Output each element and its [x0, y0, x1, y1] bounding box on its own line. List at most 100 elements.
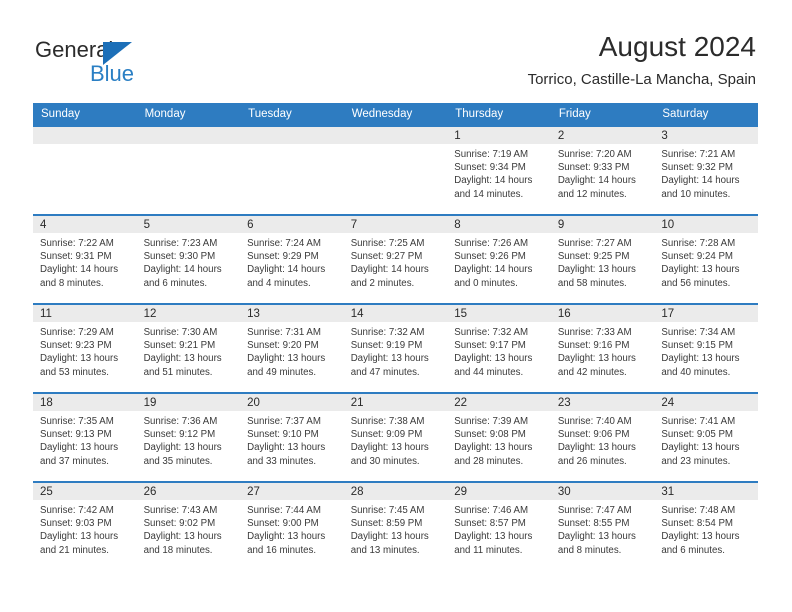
calendar-day-cell[interactable]: 5 Sunrise: 7:23 AM Sunset: 9:30 PM Daylight…	[136, 214, 241, 304]
calendar-day-cell[interactable]: 20 Sunrise: 7:37 AM Sunset: 9:10 PM Dayligh…	[240, 392, 344, 482]
calendar-day-cell[interactable]: 16 Sunrise: 7:33 AM Sunset: 9:16 PM Dayligh…	[550, 303, 655, 393]
calendar-day-cell[interactable]: 7 Sunrise: 7:25 AM Sunset: 9:27 PM Daylight…	[343, 214, 448, 304]
sunrise-text: Sunrise: 7:44 AM	[247, 505, 321, 516]
calendar-day-cell-empty	[343, 125, 448, 215]
daylight-text-line1: Daylight: 14 hours	[454, 175, 533, 187]
daylight-text-line1: Daylight: 14 hours	[454, 264, 533, 276]
calendar-page: General Blue August 2024 Torrico, Castil…	[0, 0, 792, 612]
daylight-text-line2: and 56 minutes.	[661, 277, 731, 289]
daylight-text-line2: and 13 minutes.	[350, 544, 420, 556]
day-sun-info: Sunrise: 7:28 AM Sunset: 9:24 PM Daylight:…	[654, 233, 758, 290]
sunset-text: Sunset: 9:30 PM	[143, 251, 216, 263]
daylight-text-line2: and 4 minutes.	[247, 277, 311, 289]
calendar-week-row: 18 Sunrise: 7:35 AM Sunset: 9:13 PM Dayligh…	[33, 392, 758, 482]
calendar-day-cell-empty	[33, 125, 137, 215]
sunset-text: Sunset: 9:17 PM	[454, 340, 526, 352]
sunset-text: Sunset: 9:34 PM	[454, 162, 526, 174]
daylight-text-line2: and 35 minutes.	[143, 455, 213, 467]
calendar-day-cell[interactable]: 13 Sunrise: 7:31 AM Sunset: 9:20 PM Dayligh…	[240, 303, 344, 393]
daylight-text-line2: and 37 minutes.	[40, 455, 109, 467]
day-sun-info: Sunrise: 7:46 AM Sunset: 8:57 PM Daylight:…	[447, 500, 551, 557]
day-sun-info: Sunrise: 7:40 AM Sunset: 9:06 PM Daylight:…	[551, 411, 655, 468]
sunset-text: Sunset: 9:23 PM	[40, 340, 112, 352]
page-subtitle: Torrico, Castille-La Mancha, Spain	[527, 71, 756, 88]
calendar-day-cell[interactable]: 9 Sunrise: 7:27 AM Sunset: 9:25 PM Daylight…	[550, 214, 655, 304]
calendar-day-cell[interactable]: 28 Sunrise: 7:45 AM Sunset: 8:59 PM Dayligh…	[343, 481, 448, 571]
calendar-day-cell[interactable]: 6 Sunrise: 7:24 AM Sunset: 9:29 PM Daylight…	[240, 214, 344, 304]
daylight-text-line2: and 8 minutes.	[557, 544, 622, 556]
day-number: 26	[136, 483, 241, 500]
daylight-text-line1: Daylight: 13 hours	[40, 531, 119, 543]
calendar-day-cell[interactable]: 30 Sunrise: 7:47 AM Sunset: 8:55 PM Dayligh…	[550, 481, 655, 571]
sunrise-text: Sunrise: 7:41 AM	[661, 416, 736, 427]
calendar-day-cell[interactable]: 12 Sunrise: 7:30 AM Sunset: 9:21 PM Dayligh…	[136, 303, 241, 393]
calendar-day-cell[interactable]: 2 Sunrise: 7:20 AM Sunset: 9:33 PM Daylight…	[550, 125, 655, 215]
logo-text-blue: Blue	[90, 61, 135, 86]
day-number: 12	[136, 305, 241, 322]
calendar-day-cell[interactable]: 17 Sunrise: 7:34 AM Sunset: 9:15 PM Dayligh…	[654, 303, 758, 393]
day-sun-info: Sunrise: 7:23 AM Sunset: 9:30 PM Daylight:…	[137, 233, 241, 290]
day-number: 18	[33, 394, 137, 411]
sunset-text: Sunset: 9:02 PM	[143, 518, 216, 530]
sunset-text: Sunset: 9:13 PM	[40, 429, 112, 441]
daylight-text-line1: Daylight: 13 hours	[350, 531, 429, 543]
sunrise-text: Sunrise: 7:43 AM	[143, 505, 218, 516]
sunrise-text: Sunrise: 7:46 AM	[454, 505, 529, 516]
calendar-day-cell[interactable]: 26 Sunrise: 7:43 AM Sunset: 9:02 PM Dayligh…	[136, 481, 241, 571]
day-sun-info: Sunrise: 7:38 AM Sunset: 9:09 PM Daylight:…	[344, 411, 448, 468]
calendar-day-cell[interactable]: 8 Sunrise: 7:26 AM Sunset: 9:26 PM Daylight…	[447, 214, 551, 304]
daylight-text-line2: and 18 minutes.	[143, 544, 213, 556]
calendar-week-row: 11 Sunrise: 7:29 AM Sunset: 9:23 PM Dayligh…	[33, 303, 758, 393]
calendar-day-cell[interactable]: 31 Sunrise: 7:48 AM Sunset: 8:54 PM Dayligh…	[654, 481, 758, 571]
daylight-text-line1: Daylight: 13 hours	[661, 442, 740, 454]
day-sun-info: Sunrise: 7:21 AM Sunset: 9:32 PM Daylight:…	[654, 144, 758, 201]
calendar-day-cell[interactable]: 29 Sunrise: 7:46 AM Sunset: 8:57 PM Dayligh…	[447, 481, 551, 571]
calendar-day-cell[interactable]: 22 Sunrise: 7:39 AM Sunset: 9:08 PM Dayligh…	[447, 392, 551, 482]
calendar-day-cell[interactable]: 11 Sunrise: 7:29 AM Sunset: 9:23 PM Dayligh…	[33, 303, 137, 393]
calendar-day-cell[interactable]: 3 Sunrise: 7:21 AM Sunset: 9:32 PM Daylight…	[654, 125, 758, 215]
sunset-text: Sunset: 9:26 PM	[454, 251, 526, 263]
sunrise-text: Sunrise: 7:42 AM	[40, 505, 114, 516]
calendar-day-cell[interactable]: 19 Sunrise: 7:36 AM Sunset: 9:12 PM Dayligh…	[136, 392, 241, 482]
sunrise-text: Sunrise: 7:32 AM	[454, 327, 529, 338]
calendar-week-row: 25 Sunrise: 7:42 AM Sunset: 9:03 PM Dayligh…	[33, 481, 758, 571]
logo-text-general: General	[35, 37, 114, 62]
daylight-text-line1: Daylight: 13 hours	[247, 531, 326, 543]
sunset-text: Sunset: 9:29 PM	[247, 251, 319, 263]
sunrise-text: Sunrise: 7:26 AM	[454, 238, 529, 249]
daylight-text-line2: and 49 minutes.	[247, 366, 317, 378]
sunrise-text: Sunrise: 7:34 AM	[661, 327, 736, 338]
daylight-text-line2: and 14 minutes.	[454, 188, 524, 200]
sunset-text: Sunset: 9:31 PM	[40, 251, 112, 263]
day-number	[33, 127, 137, 144]
sunset-text: Sunset: 9:16 PM	[557, 340, 630, 352]
weekday-header-thursday: Thursday	[447, 103, 551, 126]
sunset-text: Sunset: 9:15 PM	[661, 340, 733, 352]
sunrise-text: Sunrise: 7:20 AM	[557, 149, 632, 160]
daylight-text-line1: Daylight: 13 hours	[143, 531, 222, 543]
sunset-text: Sunset: 9:09 PM	[350, 429, 423, 441]
calendar-week-row: 1 Sunrise: 7:19 AM Sunset: 9:34 PM Daylight…	[33, 125, 758, 215]
calendar-day-cell[interactable]: 21 Sunrise: 7:38 AM Sunset: 9:09 PM Dayligh…	[343, 392, 448, 482]
calendar-day-cell[interactable]: 25 Sunrise: 7:42 AM Sunset: 9:03 PM Dayligh…	[33, 481, 137, 571]
sunrise-text: Sunrise: 7:37 AM	[247, 416, 321, 427]
day-number	[343, 127, 448, 144]
day-sun-info: Sunrise: 7:32 AM Sunset: 9:17 PM Daylight:…	[447, 322, 551, 379]
day-sun-info: Sunrise: 7:26 AM Sunset: 9:26 PM Daylight:…	[447, 233, 551, 290]
calendar-day-cell[interactable]: 23 Sunrise: 7:40 AM Sunset: 9:06 PM Dayligh…	[550, 392, 655, 482]
calendar-day-cell[interactable]: 27 Sunrise: 7:44 AM Sunset: 9:00 PM Dayligh…	[240, 481, 344, 571]
day-number: 23	[550, 394, 655, 411]
calendar-day-cell[interactable]: 10 Sunrise: 7:28 AM Sunset: 9:24 PM Dayligh…	[654, 214, 758, 304]
calendar-day-cell[interactable]: 24 Sunrise: 7:41 AM Sunset: 9:05 PM Dayligh…	[654, 392, 758, 482]
calendar-day-cell[interactable]: 4 Sunrise: 7:22 AM Sunset: 9:31 PM Daylight…	[33, 214, 137, 304]
calendar-day-cell[interactable]: 15 Sunrise: 7:32 AM Sunset: 9:17 PM Dayligh…	[447, 303, 551, 393]
day-number: 7	[343, 216, 448, 233]
day-number	[240, 127, 344, 144]
calendar-day-cell[interactable]: 14 Sunrise: 7:32 AM Sunset: 9:19 PM Dayligh…	[343, 303, 448, 393]
sunrise-text: Sunrise: 7:28 AM	[661, 238, 736, 249]
calendar-day-cell[interactable]: 18 Sunrise: 7:35 AM Sunset: 9:13 PM Dayligh…	[33, 392, 137, 482]
daylight-text-line1: Daylight: 14 hours	[143, 264, 222, 276]
calendar-day-cell[interactable]: 1 Sunrise: 7:19 AM Sunset: 9:34 PM Daylight…	[447, 125, 551, 215]
sunrise-text: Sunrise: 7:48 AM	[661, 505, 736, 516]
sunrise-text: Sunrise: 7:47 AM	[557, 505, 632, 516]
